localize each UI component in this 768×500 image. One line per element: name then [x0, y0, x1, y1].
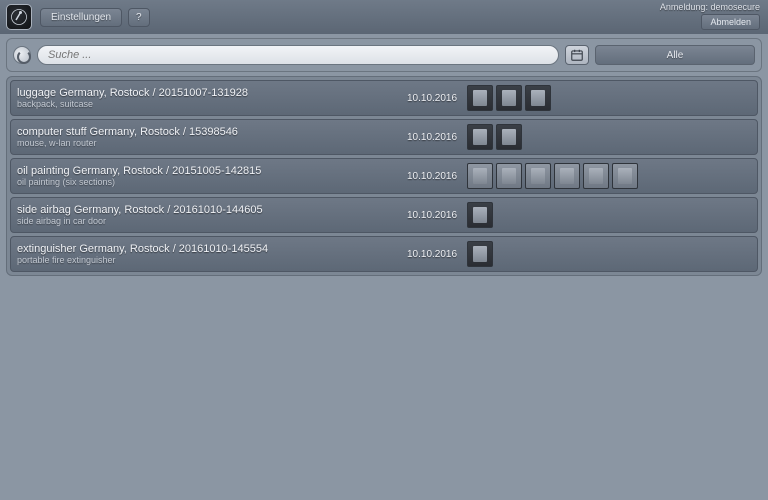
row-text: extinguisher Germany, Rostock / 20161010… — [17, 243, 407, 265]
row-date: 10.10.2016 — [407, 132, 467, 143]
row-text: side airbag Germany, Rostock / 20161010-… — [17, 204, 407, 226]
thumbnail-image-icon — [589, 168, 603, 185]
calendar-icon — [570, 48, 584, 62]
thumbnail[interactable] — [467, 202, 493, 228]
thumbnail[interactable] — [467, 124, 493, 150]
row-date: 10.10.2016 — [407, 93, 467, 104]
thumbnail-image-icon — [531, 168, 545, 185]
thumbnail-image-icon — [531, 90, 545, 107]
row-thumbnails — [467, 163, 751, 189]
xray-logo-icon — [10, 8, 28, 26]
row-subtitle: portable fire extinguisher — [17, 255, 407, 265]
header-right: Anmeldung: demosecure Abmelden — [660, 2, 760, 30]
thumbnail[interactable] — [496, 124, 522, 150]
thumbnail-image-icon — [473, 129, 487, 146]
thumbnail[interactable] — [554, 163, 580, 189]
row-thumbnails — [467, 124, 751, 150]
calendar-button[interactable] — [565, 45, 589, 65]
thumbnail-image-icon — [502, 90, 516, 107]
login-prefix: Anmeldung: — [660, 2, 708, 12]
thumbnail[interactable] — [525, 163, 551, 189]
help-button[interactable]: ? — [128, 8, 150, 27]
thumbnail-image-icon — [560, 168, 574, 185]
row-subtitle: side airbag in car door — [17, 216, 407, 226]
thumbnail[interactable] — [467, 163, 493, 189]
thumbnail-image-icon — [618, 168, 632, 185]
thumbnail[interactable] — [612, 163, 638, 189]
result-row[interactable]: oil painting Germany, Rostock / 20151005… — [10, 158, 758, 194]
row-text: oil painting Germany, Rostock / 20151005… — [17, 165, 407, 187]
result-row[interactable]: extinguisher Germany, Rostock / 20161010… — [10, 236, 758, 272]
thumbnail-image-icon — [473, 90, 487, 107]
row-title: computer stuff Germany, Rostock / 153985… — [17, 126, 407, 138]
row-thumbnails — [467, 85, 751, 111]
thumbnail-image-icon — [502, 168, 516, 185]
result-row[interactable]: side airbag Germany, Rostock / 20161010-… — [10, 197, 758, 233]
thumbnail[interactable] — [496, 85, 522, 111]
thumbnail-image-icon — [502, 129, 516, 146]
thumbnail-image-icon — [473, 168, 487, 185]
result-row[interactable]: luggage Germany, Rostock / 20151007-1319… — [10, 80, 758, 116]
row-text: computer stuff Germany, Rostock / 153985… — [17, 126, 407, 148]
row-date: 10.10.2016 — [407, 249, 467, 260]
row-thumbnails — [467, 241, 751, 267]
result-row[interactable]: computer stuff Germany, Rostock / 153985… — [10, 119, 758, 155]
thumbnail[interactable] — [467, 85, 493, 111]
search-input[interactable] — [37, 45, 559, 65]
thumbnail[interactable] — [496, 163, 522, 189]
row-text: luggage Germany, Rostock / 20151007-1319… — [17, 87, 407, 109]
thumbnail-image-icon — [473, 207, 487, 224]
row-thumbnails — [467, 202, 751, 228]
search-bar: Alle — [6, 38, 762, 72]
row-title: side airbag Germany, Rostock / 20161010-… — [17, 204, 407, 216]
thumbnail[interactable] — [467, 241, 493, 267]
row-title: luggage Germany, Rostock / 20151007-1319… — [17, 87, 407, 99]
loading-spinner-icon — [13, 46, 31, 64]
logout-button[interactable]: Abmelden — [701, 14, 760, 30]
row-date: 10.10.2016 — [407, 210, 467, 221]
row-subtitle: oil painting (six sections) — [17, 177, 407, 187]
row-date: 10.10.2016 — [407, 171, 467, 182]
app-logo — [6, 4, 32, 30]
filter-all-button[interactable]: Alle — [595, 45, 755, 65]
login-username: demosecure — [710, 2, 760, 12]
row-title: oil painting Germany, Rostock / 20151005… — [17, 165, 407, 177]
app-header: Einstellungen ? Anmeldung: demosecure Ab… — [0, 0, 768, 34]
thumbnail[interactable] — [583, 163, 609, 189]
row-subtitle: mouse, w-lan router — [17, 138, 407, 148]
settings-button[interactable]: Einstellungen — [40, 8, 122, 27]
thumbnail-image-icon — [473, 246, 487, 263]
thumbnail[interactable] — [525, 85, 551, 111]
result-list: luggage Germany, Rostock / 20151007-1319… — [6, 76, 762, 276]
row-subtitle: backpack, suitcase — [17, 99, 407, 109]
login-info: Anmeldung: demosecure — [660, 2, 760, 12]
row-title: extinguisher Germany, Rostock / 20161010… — [17, 243, 407, 255]
